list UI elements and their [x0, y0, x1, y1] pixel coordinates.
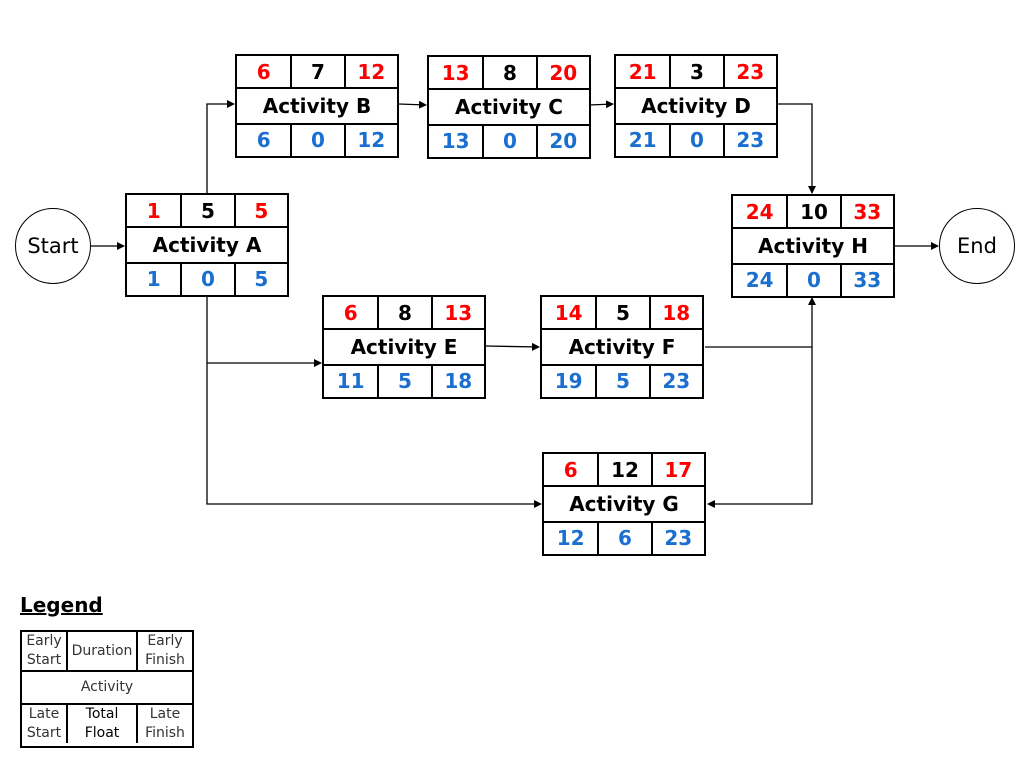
legend-title: Legend	[20, 593, 103, 617]
arrow-f-h	[705, 297, 816, 348]
late-finish: 18	[430, 365, 484, 397]
arrow-e-f	[485, 342, 540, 351]
late-finish: 12	[343, 124, 397, 156]
duration: 7	[290, 56, 343, 88]
arrow-d-h	[775, 103, 816, 194]
early-start: 1	[146, 198, 161, 223]
legend-early-start: Early Start	[26, 633, 62, 668]
early-finish: 18	[648, 297, 702, 329]
total-float: 0	[786, 264, 839, 296]
activity-node-h: 24 10 33 Activity H 24 0 33	[731, 194, 895, 298]
early-start: 21	[628, 59, 657, 84]
late-start: 1	[146, 267, 161, 292]
activity-name: Activity H	[758, 233, 868, 258]
activity-node-f: 14 5 18 Activity F 19 5 23	[540, 295, 704, 399]
activity-name: Activity F	[568, 334, 676, 359]
legend-late-finish: Late Finish	[136, 704, 192, 743]
activity-node-d: 21 3 23 Activity D 21 0 23	[614, 54, 778, 158]
late-finish: 23	[650, 522, 704, 554]
activity-node-b: 6 7 12 Activity B 6 0 12	[235, 54, 399, 158]
activity-node-c: 13 8 20 Activity C 13 0 20	[427, 55, 591, 159]
activity-name: Activity A	[152, 232, 262, 257]
late-finish: 20	[535, 125, 589, 157]
total-float: 0	[290, 124, 343, 156]
late-start: 13	[441, 129, 470, 154]
late-start: 24	[745, 268, 774, 293]
early-finish: 13	[430, 297, 484, 329]
arrow-a-b	[206, 100, 235, 193]
start-node: Start	[15, 208, 91, 284]
late-finish: 33	[839, 264, 893, 296]
early-finish: 33	[839, 196, 893, 228]
total-float: 0	[669, 124, 722, 156]
end-node: End	[939, 208, 1015, 284]
legend-duration: Duration	[66, 632, 136, 670]
early-start: 13	[441, 60, 470, 85]
arrow-b-c	[398, 100, 427, 109]
arrow-c-d	[588, 100, 614, 109]
duration: 8	[377, 297, 430, 329]
activity-name: Activity D	[641, 93, 751, 118]
late-start: 6	[256, 128, 271, 153]
total-float: 0	[482, 125, 535, 157]
late-start: 21	[628, 128, 657, 153]
early-finish: 23	[722, 56, 776, 88]
activity-name: Activity G	[569, 491, 679, 516]
activity-node-a: 1 5 5 Activity A 1 0 5	[125, 193, 289, 297]
activity-name: Activity E	[350, 334, 458, 359]
total-float: 5	[595, 365, 648, 397]
early-start: 24	[745, 199, 774, 224]
duration: 3	[669, 56, 722, 88]
activity-node-e: 6 8 13 Activity E 11 5 18	[322, 295, 486, 399]
total-float: 6	[597, 522, 650, 554]
legend-late-start: Late Start	[26, 705, 62, 741]
early-start: 6	[256, 59, 271, 84]
duration: 12	[597, 454, 650, 486]
late-finish: 5	[233, 263, 287, 295]
legend-early-finish: Early Finish	[136, 632, 192, 670]
legend-total-float: Total Float	[66, 704, 136, 743]
network-diagram: Start End 1 5 5 Activity A 1 0 5 6 7 12 …	[0, 0, 1024, 766]
total-float: 0	[180, 263, 233, 295]
late-start: 11	[336, 369, 365, 394]
arrow-g-h	[707, 347, 813, 508]
duration: 5	[595, 297, 648, 329]
duration: 5	[180, 195, 233, 227]
late-start: 19	[554, 369, 583, 394]
total-float: 5	[377, 365, 430, 397]
early-start: 14	[554, 300, 583, 325]
early-finish: 17	[650, 454, 704, 486]
early-finish: 20	[535, 57, 589, 89]
legend: Early Start Duration Early Finish Activi…	[20, 630, 194, 748]
late-finish: 23	[722, 124, 776, 156]
duration: 10	[786, 196, 839, 228]
early-finish: 5	[233, 195, 287, 227]
legend-activity: Activity	[80, 679, 134, 696]
early-start: 6	[563, 457, 578, 482]
early-start: 6	[343, 300, 358, 325]
activity-name: Activity C	[455, 94, 563, 119]
late-start: 12	[556, 526, 585, 551]
activity-node-g: 6 12 17 Activity G 12 6 23	[542, 452, 706, 556]
duration: 8	[482, 57, 535, 89]
activity-name: Activity B	[262, 93, 372, 118]
late-finish: 23	[648, 365, 702, 397]
early-finish: 12	[343, 56, 397, 88]
